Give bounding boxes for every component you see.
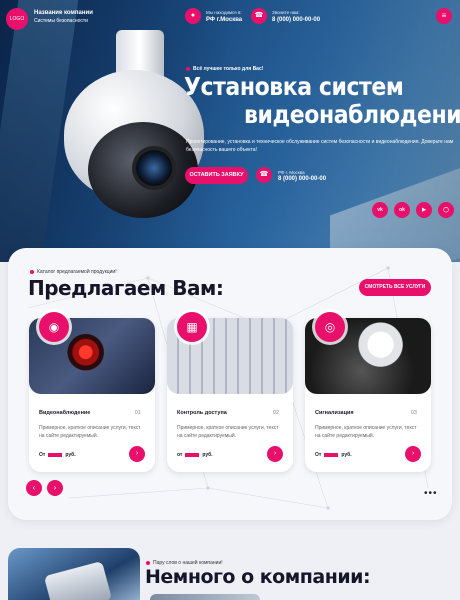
bullet-dot — [146, 560, 150, 565]
hero-section: LOGO Название компании Системы безопасно… — [0, 0, 460, 262]
card-number: 02 — [272, 410, 279, 416]
address-block: Мы находимся в: РФ г.Москва — [206, 10, 242, 23]
prev-arrow-icon[interactable]: ‹ — [26, 480, 42, 496]
card-number: 01 — [134, 410, 141, 416]
company-name: Название компании — [34, 10, 93, 16]
card-description: Примерное, краткое описание услуги, текс… — [39, 425, 141, 439]
card-description: Примерное, краткое описание услуги, текс… — [315, 425, 417, 439]
arrow-right-icon[interactable]: › — [129, 446, 145, 462]
card-price: от руб. — [177, 452, 213, 458]
about-photo-strip — [150, 594, 260, 600]
company-info: Название компании Системы безопасности — [34, 10, 93, 24]
phone-icon: ☎ — [251, 8, 267, 24]
hero-title-line2: видеонаблюдения — [244, 100, 460, 129]
bullet-dot — [186, 66, 190, 71]
address-value: РФ г.Москва — [206, 17, 243, 23]
price-placeholder — [324, 452, 339, 457]
service-card-alarm[interactable]: ◎ Сигнализация 03 Примерное, краткое опи… — [305, 312, 431, 472]
price-placeholder — [185, 452, 200, 457]
arrow-right-icon[interactable]: › — [405, 446, 421, 462]
top-bar: LOGO Название компании Системы безопасно… — [0, 0, 460, 34]
more-dots-icon[interactable]: ••• — [424, 488, 438, 499]
arrow-right-icon[interactable]: › — [267, 446, 283, 462]
card-price: От руб. — [315, 452, 352, 458]
turnstile-icon: ▦ — [177, 312, 207, 342]
phone-icon: ☎ — [256, 167, 272, 183]
cctv-icon: ◉ — [39, 312, 69, 342]
card-price: От руб. — [39, 452, 76, 458]
card-number: 03 — [410, 410, 417, 416]
catalog-label: Каталог предлагаемой продукции! — [30, 269, 117, 275]
next-arrow-icon[interactable]: › — [47, 480, 63, 496]
hero-phone-value[interactable]: 8 (000) 000-00-00 — [278, 176, 326, 182]
about-title: Немного о компании: — [145, 566, 371, 588]
all-services-button[interactable]: СМОТРЕТЬ ВСЕ УСЛУГИ — [359, 279, 431, 296]
card-title: Сигнализация — [315, 410, 354, 416]
card-title: Контроль доступа — [177, 410, 227, 416]
about-image — [8, 548, 140, 600]
location-pin-icon: ● — [185, 8, 201, 24]
card-title: Видеонаблюдение — [39, 410, 91, 416]
hero-phone-block: РФ г. Москва 8 (000) 000-00-00 — [278, 170, 326, 182]
catalog-title: Предлагаем Вам: — [28, 276, 224, 300]
service-card-cctv[interactable]: ◉ Видеонаблюдение 01 Примерное, краткое … — [29, 312, 155, 472]
instagram-icon[interactable]: ◯ — [438, 202, 454, 218]
odnoklassniki-icon[interactable]: ok — [394, 202, 410, 218]
phone-value[interactable]: 8 (000) 000-00-00 — [272, 17, 320, 23]
hero-phone-label: РФ г. Москва — [278, 170, 305, 175]
hero-title-line1: Установка систем — [184, 72, 404, 101]
security-camera-image — [28, 30, 208, 230]
youtube-icon[interactable]: ▶ — [416, 202, 432, 218]
card-description: Примерное, краткое описание услуги, текс… — [177, 425, 279, 439]
menu-button[interactable]: ≡ — [436, 8, 452, 24]
logo[interactable]: LOGO — [6, 8, 28, 30]
request-button[interactable]: ОСТАВИТЬ ЗАЯВКУ — [185, 167, 248, 184]
service-card-access[interactable]: ▦ Контроль доступа 02 Примерное, краткое… — [167, 312, 293, 472]
phone-block: Звоните нам: 8 (000) 000-00-00 — [272, 10, 320, 23]
bullet-dot — [30, 269, 34, 274]
hero-description: Проектирование, установка и техническое … — [186, 139, 454, 153]
price-placeholder — [48, 452, 63, 457]
address-label: Мы находимся в: — [206, 10, 242, 15]
smoke-detector-icon: ◎ — [315, 312, 345, 342]
vk-icon[interactable]: vk — [372, 202, 388, 218]
catalog-section: Каталог предлагаемой продукции! Предлага… — [8, 248, 452, 520]
phone-label: Звоните нам: — [272, 10, 300, 15]
company-subtitle: Системы безопасности — [34, 18, 88, 24]
